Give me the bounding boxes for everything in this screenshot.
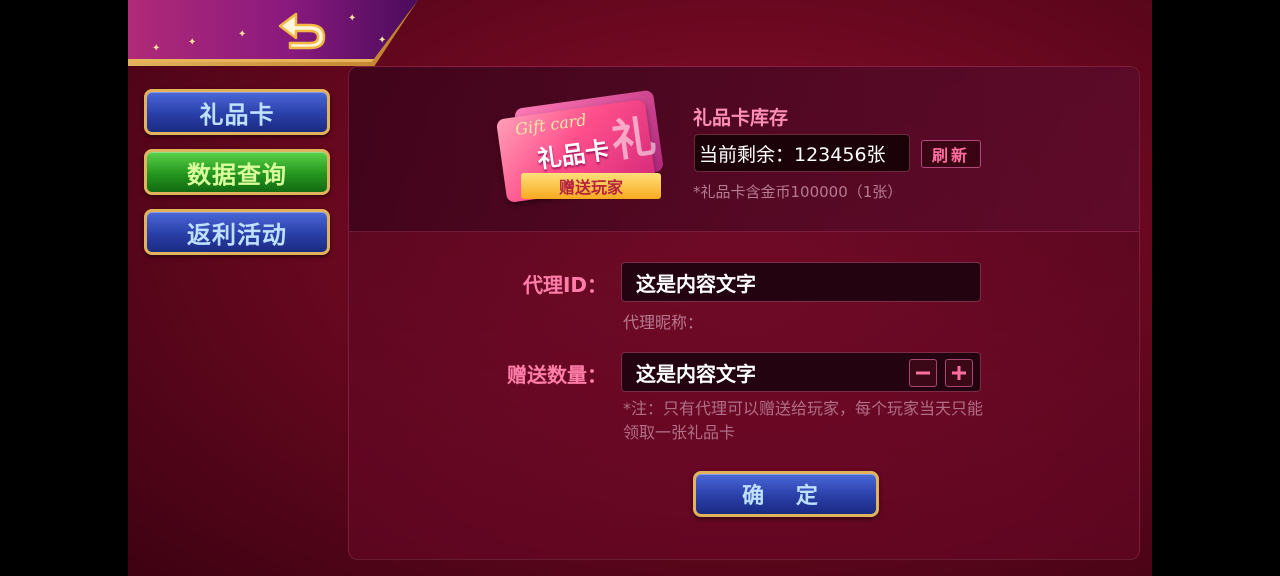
game-screen: ✦ ✦ ✦ ✦ ✦ 礼品卡 数据查询 返利活动 Gift card 礼 礼品卡 … xyxy=(128,0,1152,576)
sidebar-item-gift-card[interactable]: 礼品卡 xyxy=(144,89,330,135)
quantity-input[interactable] xyxy=(636,360,896,384)
sparkle-icon: ✦ xyxy=(238,29,247,40)
refresh-button[interactable]: 刷新 xyxy=(921,140,981,168)
card-big-char: 礼 xyxy=(608,111,659,168)
stock-remaining: 当前剩余：123456张 xyxy=(694,134,910,172)
back-arrow-icon xyxy=(278,12,326,50)
stock-title: 礼品卡库存 xyxy=(693,107,789,129)
sparkle-icon: ✦ xyxy=(348,13,357,24)
gift-card-panel: Gift card 礼 礼品卡 赠送玩家 礼品卡库存 当前剩余：123456张 … xyxy=(348,66,1140,560)
sidebar-item-label: 返利活动 xyxy=(187,220,287,249)
stock-note: *礼品卡含金币100000（1张） xyxy=(693,183,903,201)
agent-id-field[interactable] xyxy=(621,262,981,302)
sidebar-item-rebate-activity[interactable]: 返利活动 xyxy=(144,209,330,255)
sidebar-item-data-query[interactable]: 数据查询 xyxy=(144,149,330,195)
sidebar-item-label: 礼品卡 xyxy=(199,100,275,129)
quantity-field[interactable] xyxy=(621,352,981,392)
increment-button[interactable] xyxy=(945,359,973,387)
sidebar-item-label: 数据查询 xyxy=(187,160,287,189)
card-ribbon: 赠送玩家 xyxy=(521,173,661,199)
gift-card-image: Gift card 礼 礼品卡 赠送玩家 xyxy=(495,89,671,205)
agent-id-input[interactable] xyxy=(636,270,896,294)
sparkle-icon: ✦ xyxy=(378,35,387,46)
quantity-label: 赠送数量： xyxy=(507,363,607,387)
sparkle-icon: ✦ xyxy=(188,37,197,48)
gift-note: *注：只有代理可以赠送给玩家，每个玩家当天只能领取一张礼品卡 xyxy=(623,399,984,442)
minus-icon xyxy=(916,371,930,375)
agent-nickname: 代理昵称： xyxy=(623,313,704,332)
back-button[interactable] xyxy=(274,8,330,52)
agent-id-label: 代理ID： xyxy=(522,273,607,297)
top-banner xyxy=(128,0,418,62)
sparkle-icon: ✦ xyxy=(152,43,161,54)
decrement-button[interactable] xyxy=(909,359,937,387)
confirm-button[interactable]: 确 定 xyxy=(693,471,879,517)
plus-icon xyxy=(952,366,966,380)
